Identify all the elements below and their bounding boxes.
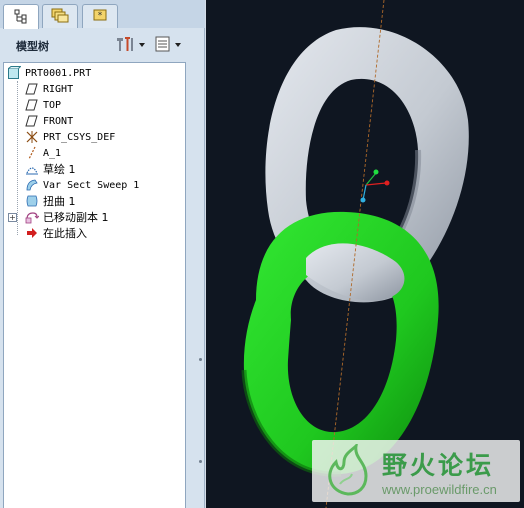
tree-item-warp[interactable]: 扭曲 1 bbox=[24, 193, 76, 209]
folders-icon bbox=[51, 7, 69, 26]
tools-icon bbox=[114, 35, 136, 56]
tree-icon bbox=[13, 8, 29, 27]
tree-item-label: PRT0001.PRT bbox=[25, 67, 92, 79]
svg-text:*: * bbox=[98, 11, 103, 21]
tree-item-label: 已移动副本 1 bbox=[43, 211, 109, 224]
tree-item-moved-copy[interactable]: 已移动副本 1 bbox=[24, 209, 109, 225]
tree-item-label: A_1 bbox=[43, 147, 62, 159]
panel-splitter[interactable] bbox=[189, 62, 202, 508]
tree-item-right[interactable]: RIGHT bbox=[24, 81, 73, 97]
sweep-icon bbox=[24, 178, 39, 193]
chevron-down-icon bbox=[139, 43, 145, 47]
tree-item-label: 扭曲 1 bbox=[43, 195, 76, 208]
tree-item-label: 在此插入 bbox=[43, 227, 87, 240]
watermark-title: 野火论坛 bbox=[382, 451, 495, 480]
tree-item-label: RIGHT bbox=[43, 83, 74, 95]
star-icon: * bbox=[92, 7, 108, 26]
tree-guide-line bbox=[17, 81, 18, 235]
navigator-tab-strip: * bbox=[0, 0, 205, 29]
model-tree-header: 模型树 bbox=[0, 30, 200, 60]
datum-plane-icon bbox=[24, 98, 39, 113]
tree-expand-toggle[interactable]: + bbox=[8, 213, 17, 222]
panel-title: 模型树 bbox=[16, 40, 49, 53]
coordinate-triad bbox=[360, 169, 390, 203]
insert-here-arrow-icon bbox=[24, 226, 39, 241]
datum-axis-icon bbox=[24, 146, 39, 161]
splitter-grip bbox=[199, 460, 202, 463]
tree-item-sweep[interactable]: Var Sect Sweep 1 bbox=[24, 177, 139, 193]
tree-item-top[interactable]: TOP bbox=[24, 97, 61, 113]
warp-icon bbox=[24, 194, 39, 209]
tree-item-label: 草绘 1 bbox=[43, 163, 76, 176]
graphics-viewport[interactable] bbox=[206, 0, 524, 508]
tree-settings-button[interactable] bbox=[114, 34, 150, 56]
folder-browser-tab[interactable] bbox=[42, 4, 78, 28]
tree-item-insert-here[interactable]: 在此插入 bbox=[24, 225, 87, 241]
tree-item-csys[interactable]: PRT_CSYS_DEF bbox=[24, 129, 115, 145]
tree-show-button[interactable] bbox=[154, 34, 188, 56]
forum-watermark: 野火论坛 www.proewildfire.cn bbox=[312, 440, 520, 502]
coordinate-system-icon bbox=[24, 130, 39, 145]
tree-item-axis[interactable]: A_1 bbox=[24, 145, 61, 161]
tree-item-label: Var Sect Sweep 1 bbox=[43, 179, 140, 191]
part-icon bbox=[6, 66, 21, 81]
tree-item-sketch[interactable]: 草绘 1 bbox=[24, 161, 76, 177]
moved-copy-icon bbox=[24, 210, 39, 225]
datum-plane-icon bbox=[24, 82, 39, 97]
tree-item-front[interactable]: FRONT bbox=[24, 113, 73, 129]
tree-item-label: TOP bbox=[43, 99, 62, 111]
sketch-icon bbox=[24, 162, 39, 177]
chevron-down-icon bbox=[175, 43, 181, 47]
list-settings-icon bbox=[154, 35, 172, 56]
navigator-panel: * 模型树 PRT0001.PRT RIGHT TOP FRONT PRT_CS… bbox=[0, 0, 205, 508]
tree-item-part[interactable]: PRT0001.PRT bbox=[6, 65, 91, 81]
chain-link-model bbox=[241, 0, 469, 508]
model-tree-tab[interactable] bbox=[3, 4, 39, 29]
datum-plane-icon bbox=[24, 114, 39, 129]
favorites-tab[interactable]: * bbox=[82, 4, 118, 28]
tree-item-label: PRT_CSYS_DEF bbox=[43, 131, 116, 143]
flame-logo-icon bbox=[318, 441, 378, 498]
splitter-grip bbox=[199, 358, 202, 361]
watermark-url: www.proewildfire.cn bbox=[382, 482, 497, 497]
model-tree: PRT0001.PRT RIGHT TOP FRONT PRT_CSYS_DEF bbox=[3, 62, 186, 508]
tree-item-label: FRONT bbox=[43, 115, 74, 127]
